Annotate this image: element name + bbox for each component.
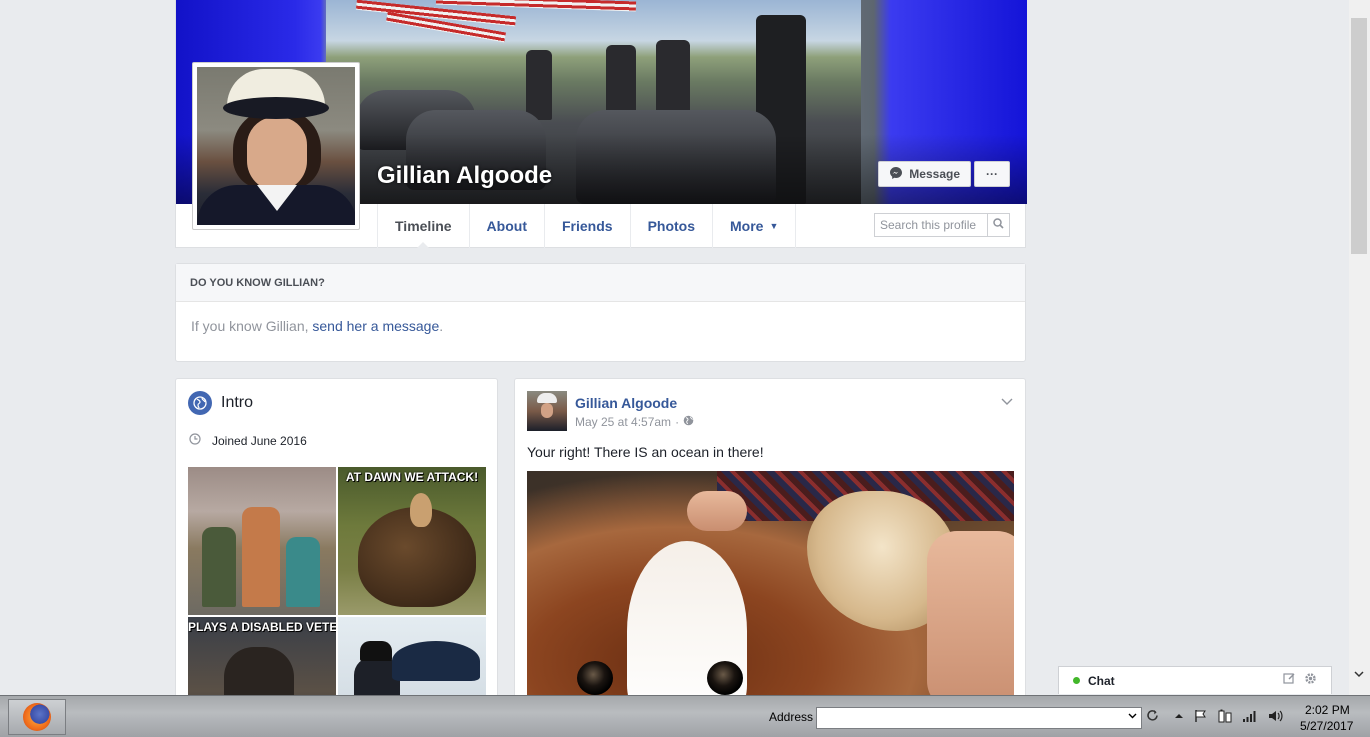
do-you-know-title: DO YOU KNOW GILLIAN? <box>176 264 1025 302</box>
post-author-avatar[interactable] <box>527 391 567 431</box>
profile-tabs: Timeline About Friends Photos More ▼ <box>377 204 797 248</box>
do-you-know-text: If you know Gillian, <box>191 318 309 334</box>
send-message-link[interactable]: send her a message <box>312 318 439 334</box>
tab-about-label: About <box>486 218 527 234</box>
dog-eye <box>577 661 613 695</box>
tab-more-label: More <box>730 218 764 234</box>
post-text: Your right! There IS an ocean in there! <box>527 444 764 460</box>
hand <box>927 531 1014 707</box>
chat-sidebar-bar[interactable]: Chat <box>1058 666 1332 694</box>
compose-icon[interactable] <box>1283 672 1296 688</box>
intro-photo-grid: AT DAWN WE ATTACK! PLAYS A DISABLED VETE… <box>188 467 486 707</box>
messenger-icon <box>889 166 903 183</box>
scrollbar-thumb[interactable] <box>1351 18 1367 254</box>
more-dots-icon: ··· <box>986 167 998 181</box>
gear-icon[interactable] <box>1304 672 1317 688</box>
scroll-down-arrow-icon[interactable] <box>1354 665 1364 683</box>
intro-photo-dog[interactable]: AT DAWN WE ATTACK! <box>338 467 486 615</box>
clock-date[interactable]: 5/27/2017 <box>1300 719 1353 733</box>
post-image[interactable] <box>527 471 1014 707</box>
chat-icons <box>1283 672 1317 688</box>
joined-date: Joined June 2016 <box>176 415 497 448</box>
avatar-face <box>247 117 307 191</box>
action-center-flag-icon[interactable] <box>1194 709 1208 726</box>
profile-search <box>874 213 1010 237</box>
clock-icon <box>189 433 201 448</box>
cover-actions: Message ··· <box>878 161 1010 187</box>
windows-taskbar: Address 2:02 PM 5/27/2017 <box>0 695 1370 737</box>
show-hidden-icons-icon[interactable] <box>1174 709 1184 726</box>
flag <box>435 0 637 12</box>
dog-eye <box>707 661 743 695</box>
page-scrollbar[interactable] <box>1349 0 1370 695</box>
refresh-icon[interactable] <box>1146 709 1159 725</box>
profile-search-input[interactable] <box>875 218 987 232</box>
man-hat <box>360 641 392 661</box>
do-you-know-suffix: . <box>439 318 444 334</box>
child <box>202 527 236 607</box>
intro-header: Intro <box>176 379 497 415</box>
tab-timeline[interactable]: Timeline <box>377 204 469 248</box>
meta-separator: · <box>675 415 680 429</box>
search-icon <box>993 216 1004 234</box>
profile-picture-image <box>197 67 355 225</box>
profile-name[interactable]: Gillian Algoode <box>377 162 552 190</box>
hand <box>687 491 747 531</box>
tab-about[interactable]: About <box>468 204 544 248</box>
tab-timeline-label: Timeline <box>395 218 452 234</box>
do-you-know-body: If you know Gillian, send her a message. <box>176 302 1025 350</box>
post-options-chevron-icon[interactable] <box>1001 393 1013 411</box>
tab-more[interactable]: More ▼ <box>712 204 797 248</box>
firefox-icon <box>23 703 51 731</box>
message-button[interactable]: Message <box>878 161 971 187</box>
child <box>242 507 280 607</box>
post-meta: May 25 at 4:57am · <box>575 415 694 429</box>
joined-text: Joined June 2016 <box>212 433 307 448</box>
clock-time[interactable]: 2:02 PM <box>1305 703 1350 717</box>
volume-speaker-icon[interactable] <box>1268 709 1284 726</box>
intro-card: Intro Joined June 2016 AT DAWN WE ATTACK… <box>175 378 498 708</box>
battery-power-icon[interactable] <box>1218 709 1232 726</box>
search-button[interactable] <box>987 214 1009 236</box>
profile-header: Gillian Algoode Message ··· Timeline Abo… <box>175 0 1027 248</box>
post-timestamp[interactable]: May 25 at 4:57am <box>575 415 671 429</box>
timeline-post: Gillian Algoode May 25 at 4:57am · Your … <box>514 378 1026 708</box>
address-toolbar-label: Address <box>769 710 814 724</box>
child <box>286 537 320 607</box>
online-status-icon <box>1073 677 1080 684</box>
photo-caption: PLAYS A DISABLED VETERAN <box>188 620 336 634</box>
tab-friends[interactable]: Friends <box>543 204 630 248</box>
do-you-know-card: DO YOU KNOW GILLIAN? If you know Gillian… <box>175 263 1026 362</box>
rider <box>526 50 552 120</box>
tab-photos[interactable]: Photos <box>629 204 712 248</box>
chat-label: Chat <box>1088 673 1115 688</box>
dropdown-arrow-icon[interactable] <box>1128 711 1137 722</box>
public-globe-icon[interactable] <box>683 415 694 429</box>
umbrella <box>392 641 480 681</box>
address-toolbar-input[interactable] <box>816 707 1142 729</box>
network-signal-icon[interactable] <box>1242 709 1258 726</box>
post-author-name[interactable]: Gillian Algoode <box>575 395 677 411</box>
profile-picture[interactable] <box>192 62 360 230</box>
photo-caption: AT DAWN WE ATTACK! <box>345 470 479 484</box>
avatar-hat-brim <box>223 97 329 119</box>
system-tray <box>1174 709 1284 726</box>
tab-photos-label: Photos <box>647 218 696 234</box>
more-options-button[interactable]: ··· <box>974 161 1010 187</box>
small-dog <box>410 493 432 527</box>
globe-icon <box>188 391 212 415</box>
caret-down-icon: ▼ <box>769 221 779 231</box>
message-button-label: Message <box>909 167 960 181</box>
intro-photo-kids[interactable] <box>188 467 336 615</box>
intro-title: Intro <box>221 394 254 411</box>
taskbar-firefox-button[interactable] <box>8 699 66 735</box>
tab-friends-label: Friends <box>561 218 613 234</box>
